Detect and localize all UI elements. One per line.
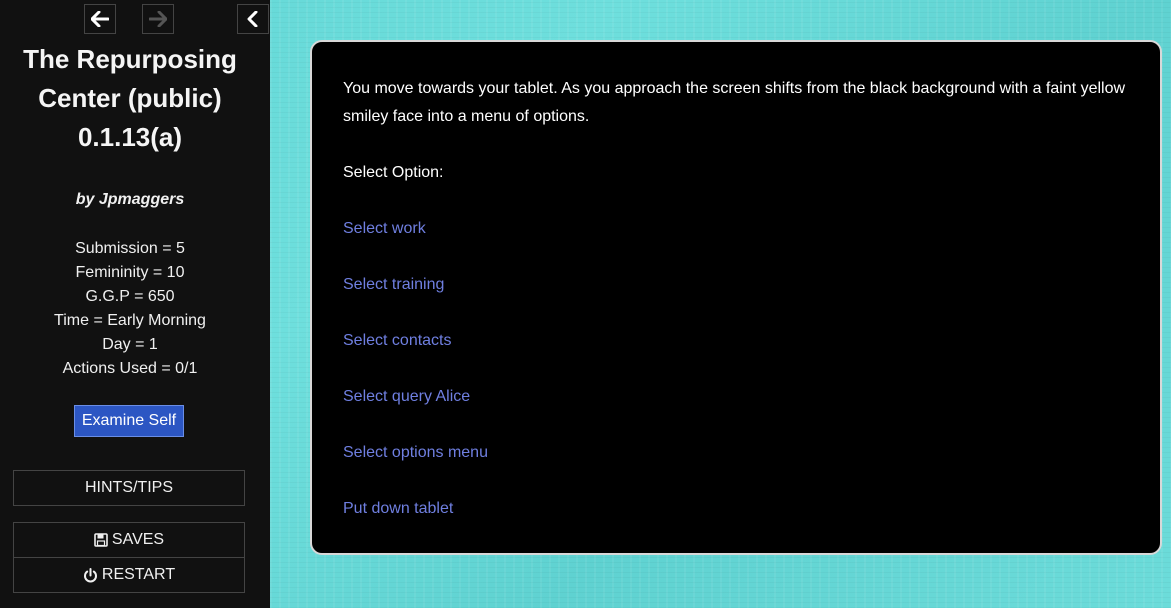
link-select-contacts[interactable]: Select contacts	[343, 332, 452, 349]
hints-menu: HINTS/TIPS	[13, 470, 245, 506]
story-title-line: The Repurposing	[23, 44, 237, 74]
stat-time: Time = Early Morning	[54, 312, 206, 329]
stat-submission: Submission = 5	[75, 240, 185, 257]
restart-label: RESTART	[101, 566, 176, 583]
sidebar: The Repurposing Center (public) 0.1.13(a…	[0, 0, 270, 608]
floppy-disk-icon	[94, 533, 108, 547]
system-menu: SAVES RESTART	[13, 522, 245, 593]
stat-femininity: Femininity = 10	[75, 264, 185, 281]
passage-text: You move towards your tablet. As you app…	[343, 80, 1126, 125]
arrow-right-icon	[149, 11, 167, 27]
chevron-left-icon	[247, 11, 258, 27]
history-back-button[interactable]	[84, 4, 116, 34]
arrow-left-icon	[91, 11, 109, 27]
story-author: by Jpmaggers	[75, 191, 185, 208]
hints-tips-label: HINTS/TIPS	[84, 479, 173, 496]
history-forward-button[interactable]	[142, 4, 174, 34]
story-passage: You move towards your tablet. As you app…	[310, 40, 1162, 555]
sidebar-collapse-button[interactable]	[237, 4, 269, 34]
link-select-options-menu[interactable]: Select options menu	[343, 444, 488, 461]
saves-label: SAVES	[111, 531, 165, 548]
hints-tips-button[interactable]: HINTS/TIPS	[14, 471, 244, 505]
link-select-training[interactable]: Select training	[343, 276, 444, 293]
stat-ggp: G.G.P = 650	[85, 288, 175, 305]
link-select-work[interactable]: Select work	[343, 220, 426, 237]
stats-panel: Submission = 5 Femininity = 10 G.G.P = 6…	[0, 237, 260, 381]
stat-day: Day = 1	[102, 336, 158, 353]
examine-self-button[interactable]: Examine Self	[74, 405, 184, 437]
story-version: 0.1.13(a)	[77, 122, 183, 152]
stat-actions-used: Actions Used = 0/1	[62, 360, 198, 377]
restart-button[interactable]: RESTART	[14, 557, 244, 592]
story-title-line: Center (public)	[38, 83, 222, 113]
link-put-down-tablet[interactable]: Put down tablet	[343, 500, 453, 517]
link-select-query-alice[interactable]: Select query Alice	[343, 388, 470, 405]
power-icon	[83, 567, 97, 582]
saves-button[interactable]: SAVES	[14, 523, 244, 557]
story-title: The Repurposing Center (public) 0.1.13(a…	[0, 40, 260, 157]
passage-prompt: Select Option:	[343, 164, 444, 181]
